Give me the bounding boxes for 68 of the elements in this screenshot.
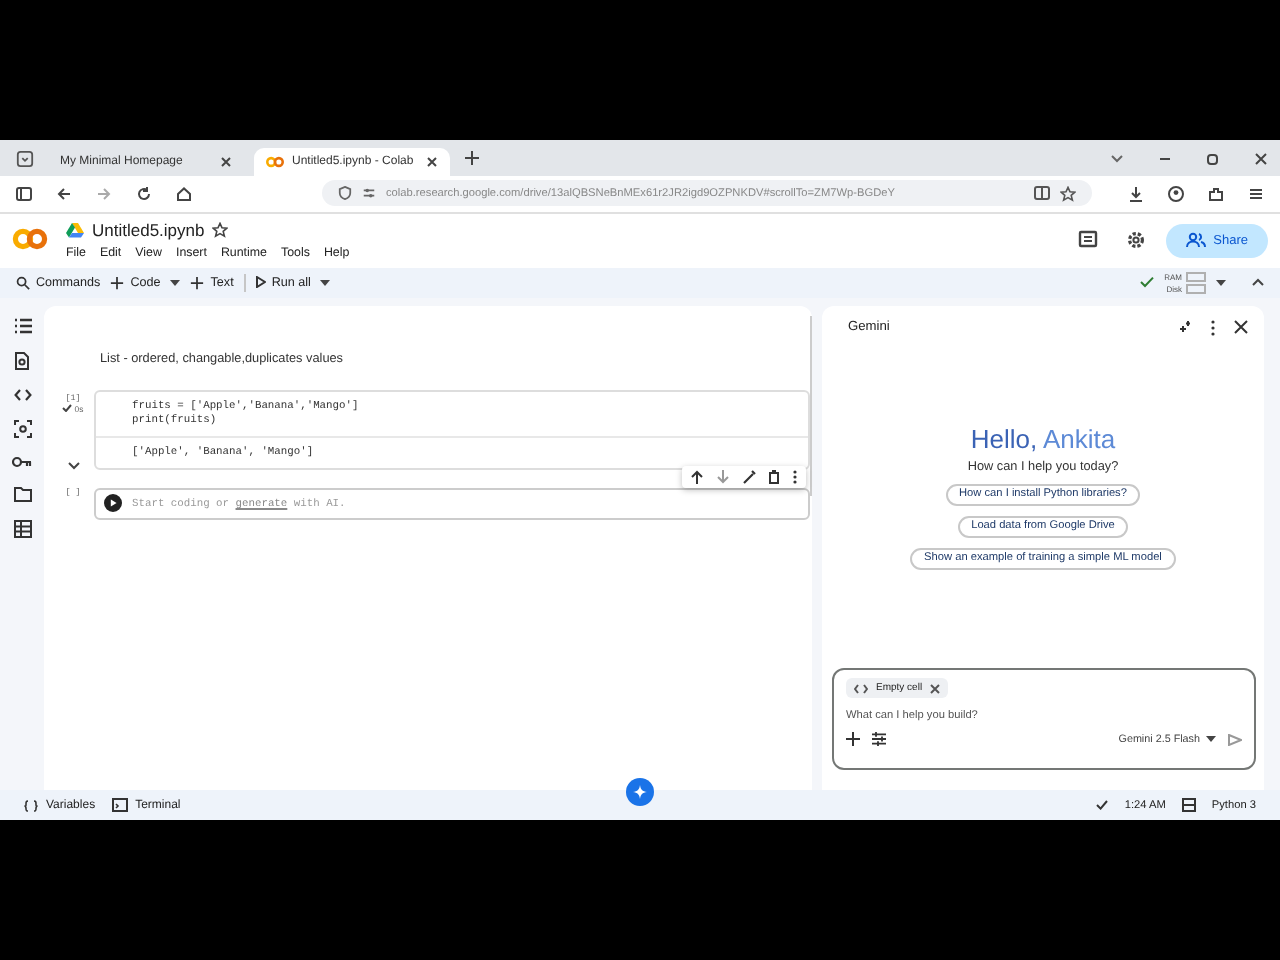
table-icon[interactable] [13,519,31,538]
more-icon[interactable] [792,469,798,484]
move-down-icon[interactable] [716,469,730,484]
close-icon[interactable] [1234,320,1248,335]
code-icon [854,683,868,694]
code-icon[interactable] [13,387,31,402]
people-icon [1185,232,1206,249]
sidebar-icon[interactable] [16,185,32,202]
extension-icon[interactable] [1208,185,1224,202]
folder-icon[interactable] [13,485,31,502]
gemini-fab-icon[interactable] [626,778,654,807]
restore-icon[interactable] [1206,151,1220,165]
home-icon[interactable] [176,185,192,202]
play-icon [255,276,266,289]
scrollbar[interactable] [810,315,812,496]
sliders-icon[interactable] [872,732,886,747]
search-icon [16,275,30,290]
reader-icon[interactable] [1034,186,1050,201]
caret-icon[interactable] [170,279,181,286]
terminal-icon [111,798,128,813]
colab-logo-icon [266,156,284,168]
account-icon[interactable] [1168,185,1184,202]
shield-icon [338,186,352,201]
chevron-down-icon[interactable] [1110,153,1124,163]
key-icon[interactable] [12,455,32,468]
caret-icon[interactable] [320,279,331,286]
star-icon[interactable] [212,222,229,239]
ram-meter [1186,271,1206,282]
star-icon[interactable] [1060,185,1076,202]
find-icon[interactable] [14,351,30,370]
drive-icon[interactable] [66,222,84,239]
close-icon[interactable] [220,156,232,168]
check-icon [1096,800,1109,811]
check-icon [1140,276,1155,289]
move-up-icon[interactable] [690,469,704,484]
new-tab-icon[interactable] [464,150,480,166]
add-icon[interactable] [846,732,860,747]
notebook-title[interactable]: Untitled5.ipynb [92,220,205,241]
plus-icon [110,275,125,290]
chevron-up-icon[interactable] [1252,278,1264,287]
collapse-icon[interactable] [67,461,79,470]
send-icon[interactable] [1228,733,1242,746]
disk-meter [1186,283,1206,294]
run-icon[interactable] [104,494,122,513]
caret-icon [1206,736,1216,743]
greeting: Hello, Ankita [970,423,1116,454]
more-icon[interactable] [1210,319,1216,336]
pencil-icon[interactable] [742,469,756,484]
download-icon[interactable] [1128,185,1144,202]
tab-list-icon[interactable] [16,149,34,167]
sparkle-icon[interactable] [1178,320,1192,335]
braces-icon [24,799,38,812]
check-icon [62,404,73,413]
comment-icon[interactable] [1077,230,1098,251]
server-icon [1181,798,1196,813]
menu-icon[interactable] [1248,185,1264,202]
reload-icon[interactable] [136,185,152,202]
plus-icon [190,275,205,290]
settings-icon[interactable] [1125,230,1146,251]
table-of-contents-icon[interactable] [13,317,31,334]
colab-logo-icon[interactable] [12,227,48,250]
close-icon[interactable] [930,683,941,694]
sliders-icon [362,186,376,201]
trash-icon[interactable] [768,469,780,484]
close-icon[interactable] [1254,151,1268,165]
caret-icon[interactable] [1216,279,1226,286]
back-icon[interactable] [56,185,72,202]
close-icon[interactable] [426,156,438,168]
